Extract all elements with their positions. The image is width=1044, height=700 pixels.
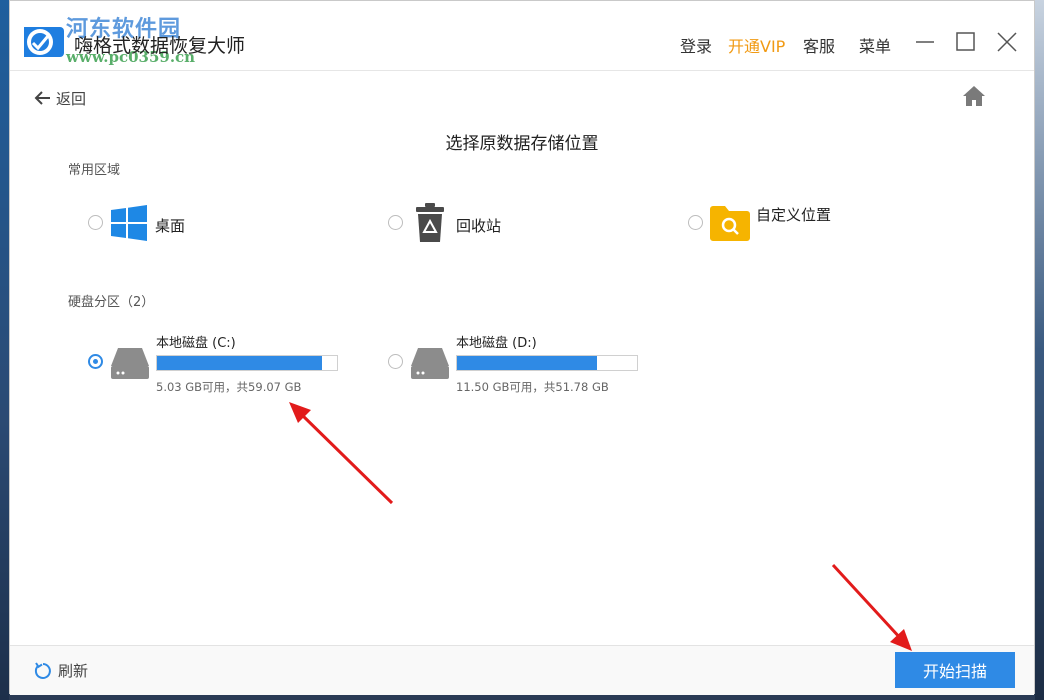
- hard-disk-icon: [111, 348, 149, 379]
- page-title: 选择原数据存储位置: [445, 134, 599, 154]
- desktop-edge-left: [0, 0, 9, 700]
- location-desktop-label[interactable]: 桌面: [155, 215, 185, 236]
- desktop-edge-right: [1035, 0, 1044, 700]
- app-window: 河东软件园 www.pc0359.cn 嗨格式数据恢复大师 登录 开通VIP 客…: [9, 0, 1035, 695]
- disk-d-name[interactable]: 本地磁盘 (D:): [456, 332, 537, 351]
- menu-link[interactable]: 菜单: [859, 33, 891, 57]
- disk-c-usage-bar: [156, 355, 338, 371]
- back-label: 返回: [56, 89, 87, 108]
- disk-c-capacity: 5.03 GB可用，共59.07 GB: [156, 380, 302, 394]
- disk-d-usage-bar: [456, 355, 638, 371]
- service-link[interactable]: 客服: [803, 33, 835, 57]
- disk-d-usage-fill: [457, 356, 598, 370]
- radio-desktop[interactable]: [88, 215, 103, 230]
- location-custom-label[interactable]: 自定义位置: [756, 204, 831, 225]
- start-scan-button[interactable]: 开始扫描: [895, 652, 1015, 688]
- disk-c-name[interactable]: 本地磁盘 (C:): [156, 332, 236, 351]
- common-section-label: 常用区域: [68, 163, 121, 178]
- arrow-left-icon: [34, 91, 50, 105]
- disk-d-capacity: 11.50 GB可用，共51.78 GB: [456, 380, 609, 394]
- login-link[interactable]: 登录: [680, 33, 712, 57]
- hard-disk-icon: [411, 348, 449, 379]
- windows-icon: [111, 205, 147, 241]
- radio-disk-c[interactable]: [88, 354, 103, 369]
- footer-bar: 刷新 开始扫描: [10, 645, 1034, 695]
- disk-c-usage-fill: [157, 356, 322, 370]
- refresh-button[interactable]: 刷新: [34, 660, 88, 681]
- home-icon[interactable]: [962, 85, 986, 107]
- radio-custom-location[interactable]: [688, 215, 703, 230]
- recycle-bin-icon: [416, 203, 444, 242]
- close-icon[interactable]: [994, 29, 1020, 55]
- vip-link[interactable]: 开通VIP: [728, 33, 785, 57]
- refresh-label: 刷新: [58, 662, 89, 680]
- app-title: 嗨格式数据恢复大师: [74, 35, 246, 57]
- radio-recycle-bin[interactable]: [388, 215, 403, 230]
- location-recycle-bin-label[interactable]: 回收站: [456, 215, 501, 236]
- maximize-icon[interactable]: [953, 29, 979, 55]
- minimize-icon[interactable]: [912, 29, 938, 55]
- disk-section-label: 硬盘分区（2）: [68, 295, 155, 310]
- folder-search-icon: [710, 206, 750, 241]
- radio-disk-d[interactable]: [388, 354, 403, 369]
- refresh-icon: [34, 661, 51, 679]
- app-logo-icon: [24, 27, 64, 57]
- title-bar: 河东软件园 www.pc0359.cn 嗨格式数据恢复大师 登录 开通VIP 客…: [10, 1, 1034, 71]
- back-button[interactable]: 返回: [34, 87, 86, 109]
